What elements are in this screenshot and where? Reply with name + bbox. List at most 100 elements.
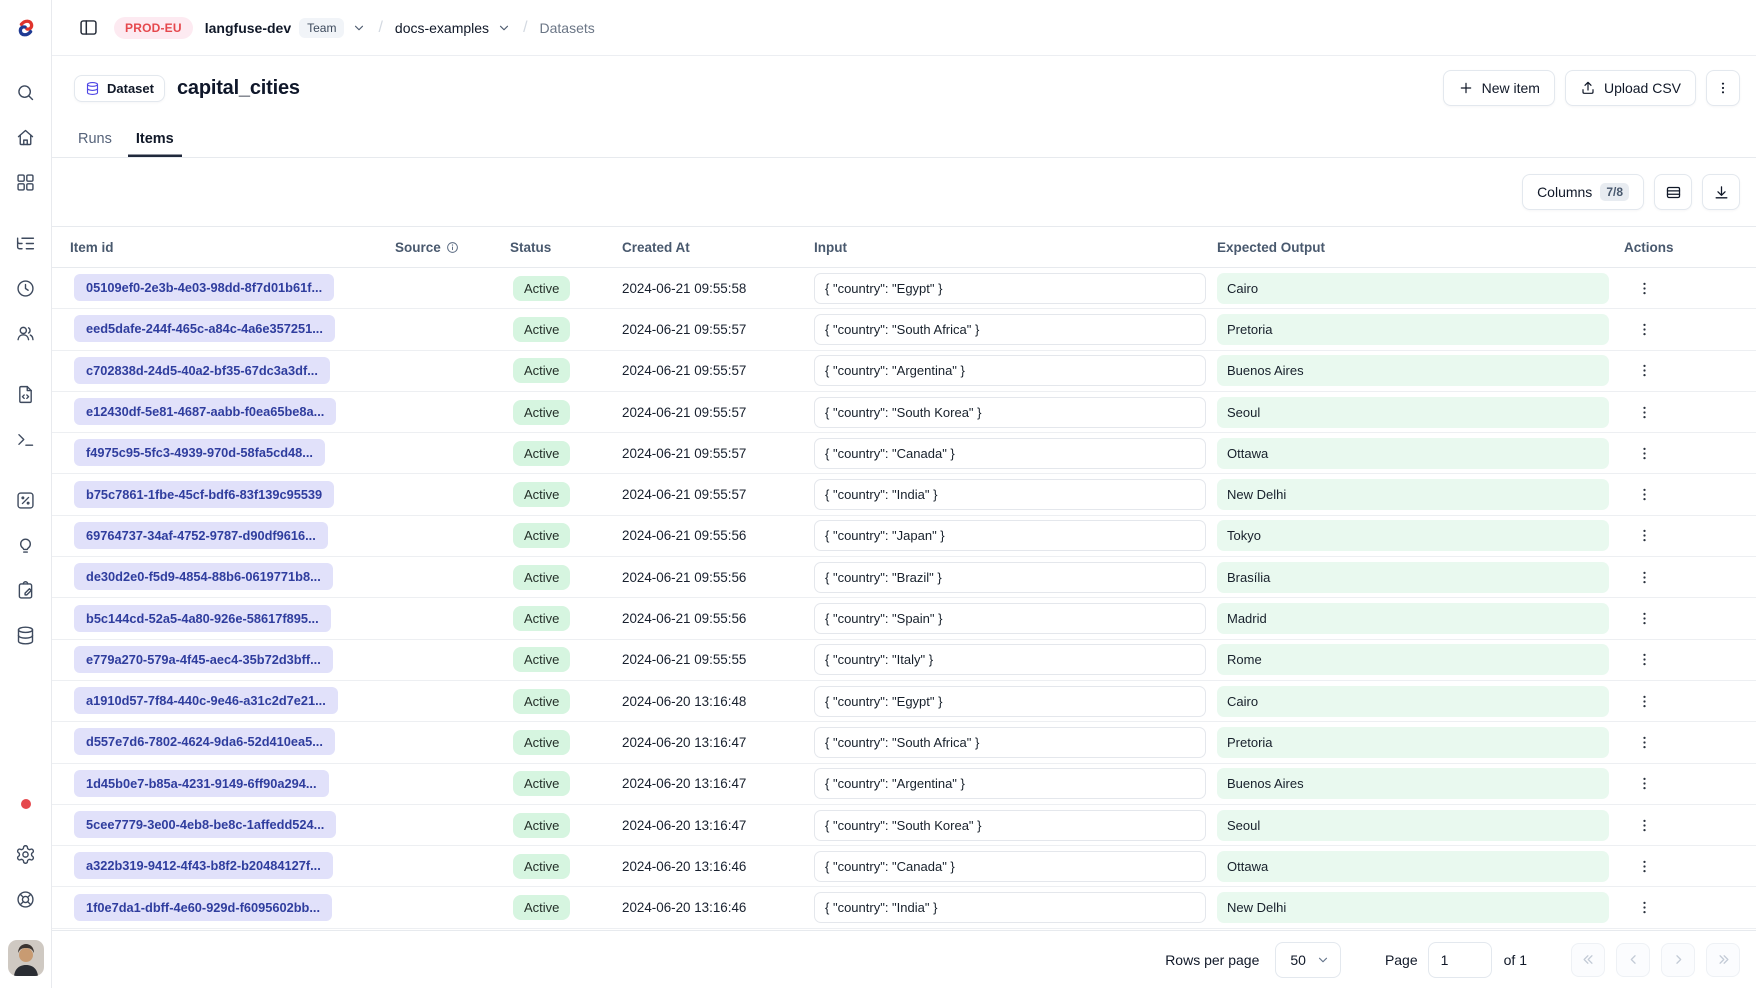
chevron-down-icon[interactable] bbox=[352, 21, 366, 35]
settings-gear-icon[interactable] bbox=[12, 840, 40, 868]
evaluation-icon[interactable] bbox=[12, 486, 40, 514]
row-kebab-menu-button[interactable] bbox=[1630, 439, 1658, 467]
first-page-button[interactable] bbox=[1571, 943, 1605, 977]
new-item-button[interactable]: New item bbox=[1443, 70, 1555, 106]
row-kebab-menu-button[interactable] bbox=[1630, 563, 1658, 591]
prompts-icon[interactable] bbox=[12, 380, 40, 408]
row-kebab-menu-button[interactable] bbox=[1630, 315, 1658, 343]
expected-output-cell[interactable]: Seoul bbox=[1217, 810, 1609, 841]
expected-output-cell[interactable]: Ottawa bbox=[1217, 851, 1609, 882]
input-cell[interactable]: { "country": "Egypt" } bbox=[814, 273, 1206, 304]
upload-csv-button[interactable]: Upload CSV bbox=[1565, 70, 1696, 106]
item-id-pill[interactable]: a322b319-9412-4f43-b8f2-b20484127f... bbox=[74, 852, 333, 879]
expected-output-cell[interactable]: Pretoria bbox=[1217, 727, 1609, 758]
project-name[interactable]: docs-examples bbox=[395, 20, 489, 36]
item-id-pill[interactable]: e12430df-5e81-4687-aabb-f0ea65be8a... bbox=[74, 398, 336, 425]
input-cell[interactable]: { "country": "South Korea" } bbox=[814, 397, 1206, 428]
expected-output-cell[interactable]: Buenos Aires bbox=[1217, 768, 1609, 799]
row-kebab-menu-button[interactable] bbox=[1630, 811, 1658, 839]
expected-output-cell[interactable]: Cairo bbox=[1217, 273, 1609, 304]
row-kebab-menu-button[interactable] bbox=[1630, 894, 1658, 922]
item-id-pill[interactable]: c702838d-24d5-40a2-bf35-67dc3a3df... bbox=[74, 357, 330, 384]
item-id-pill[interactable]: a1910d57-7f84-440c-9e46-a31c2d7e21... bbox=[74, 687, 338, 714]
header-kebab-menu-button[interactable] bbox=[1706, 70, 1740, 106]
expected-output-cell[interactable]: Pretoria bbox=[1217, 314, 1609, 345]
item-id-pill[interactable]: 05109ef0-2e3b-4e03-98dd-8f7d01b61f... bbox=[74, 274, 334, 301]
support-lifebuoy-icon[interactable] bbox=[12, 885, 40, 913]
home-icon[interactable] bbox=[12, 123, 40, 151]
expected-output-cell[interactable]: Ottawa bbox=[1217, 438, 1609, 469]
record-status-dot[interactable] bbox=[12, 790, 40, 818]
item-id-pill[interactable]: b5c144cd-52a5-4a80-926e-58617f895... bbox=[74, 605, 331, 632]
item-id-pill[interactable]: 5cee7779-3e00-4eb8-be8c-1affedd524... bbox=[74, 811, 336, 838]
user-avatar[interactable] bbox=[8, 940, 44, 976]
item-id-pill[interactable]: b75c7861-1fbe-45cf-bdf6-83f139c95539 bbox=[74, 481, 334, 508]
input-cell[interactable]: { "country": "Argentina" } bbox=[814, 768, 1206, 799]
expected-output-cell[interactable]: Buenos Aires bbox=[1217, 355, 1609, 386]
input-cell[interactable]: { "country": "India" } bbox=[814, 892, 1206, 923]
expected-output-cell[interactable]: Cairo bbox=[1217, 686, 1609, 717]
org-switcher[interactable]: langfuse-dev Team bbox=[205, 18, 367, 38]
expected-output-cell[interactable]: New Delhi bbox=[1217, 892, 1609, 923]
item-id-pill[interactable]: de30d2e0-f5d9-4854-88b6-0619771b8... bbox=[74, 563, 333, 590]
expected-output-cell[interactable]: Rome bbox=[1217, 644, 1609, 675]
input-cell[interactable]: { "country": "Argentina" } bbox=[814, 355, 1206, 386]
input-cell[interactable]: { "country": "India" } bbox=[814, 479, 1206, 510]
row-kebab-menu-button[interactable] bbox=[1630, 770, 1658, 798]
row-kebab-menu-button[interactable] bbox=[1630, 687, 1658, 715]
breadcrumb-section[interactable]: Datasets bbox=[540, 20, 595, 36]
last-page-button[interactable] bbox=[1706, 943, 1740, 977]
tab-runs[interactable]: Runs bbox=[70, 120, 120, 157]
expected-output-cell[interactable]: Madrid bbox=[1217, 603, 1609, 634]
row-kebab-menu-button[interactable] bbox=[1630, 274, 1658, 302]
item-id-pill[interactable]: 1d45b0e7-b85a-4231-9149-6ff90a294... bbox=[74, 770, 329, 797]
row-kebab-menu-button[interactable] bbox=[1630, 398, 1658, 426]
insights-lightbulb-icon[interactable] bbox=[12, 531, 40, 559]
item-id-pill[interactable]: f4975c95-5fc3-4939-970d-58fa5cd48... bbox=[74, 439, 325, 466]
row-kebab-menu-button[interactable] bbox=[1630, 646, 1658, 674]
users-icon[interactable] bbox=[12, 319, 40, 347]
sessions-icon[interactable] bbox=[12, 274, 40, 302]
input-cell[interactable]: { "country": "South Africa" } bbox=[814, 727, 1206, 758]
input-cell[interactable]: { "country": "South Korea" } bbox=[814, 810, 1206, 841]
page-number-input[interactable] bbox=[1428, 942, 1492, 978]
item-id-pill[interactable]: 69764737-34af-4752-9787-d90df9616... bbox=[74, 522, 328, 549]
sidebar-toggle-icon[interactable] bbox=[74, 14, 102, 42]
next-page-button[interactable] bbox=[1661, 943, 1695, 977]
item-id-pill[interactable]: eed5dafe-244f-465c-a84c-4a6e357251... bbox=[74, 315, 335, 342]
item-id-pill[interactable]: 1f0e7da1-dbff-4e60-929d-f6095602bb... bbox=[74, 894, 332, 921]
input-cell[interactable]: { "country": "Spain" } bbox=[814, 603, 1206, 634]
row-kebab-menu-button[interactable] bbox=[1630, 852, 1658, 880]
previous-page-button[interactable] bbox=[1616, 943, 1650, 977]
annotation-icon[interactable] bbox=[12, 576, 40, 604]
input-cell[interactable]: { "country": "Canada" } bbox=[814, 851, 1206, 882]
input-cell[interactable]: { "country": "Japan" } bbox=[814, 520, 1206, 551]
row-kebab-menu-button[interactable] bbox=[1630, 728, 1658, 756]
datasets-icon[interactable] bbox=[12, 621, 40, 649]
row-kebab-menu-button[interactable] bbox=[1630, 522, 1658, 550]
columns-button[interactable]: Columns 7/8 bbox=[1522, 174, 1644, 210]
langfuse-logo[interactable] bbox=[0, 0, 51, 56]
rows-per-page-select[interactable]: 50 bbox=[1275, 942, 1341, 978]
input-cell[interactable]: { "country": "Egypt" } bbox=[814, 686, 1206, 717]
expected-output-cell[interactable]: Tokyo bbox=[1217, 520, 1609, 551]
project-switcher[interactable]: docs-examples bbox=[395, 20, 511, 36]
expected-output-cell[interactable]: New Delhi bbox=[1217, 479, 1609, 510]
input-cell[interactable]: { "country": "South Africa" } bbox=[814, 314, 1206, 345]
item-id-pill[interactable]: e779a270-579a-4f45-aec4-35b72d3bff... bbox=[74, 646, 333, 673]
org-name[interactable]: langfuse-dev bbox=[205, 20, 291, 36]
expected-output-cell[interactable]: Brasília bbox=[1217, 562, 1609, 593]
tracing-icon[interactable] bbox=[12, 229, 40, 257]
info-icon[interactable] bbox=[446, 241, 459, 254]
search-icon[interactable] bbox=[12, 78, 40, 106]
item-id-pill[interactable]: d557e7d6-7802-4624-9da6-52d410ea5... bbox=[74, 728, 335, 755]
chevron-down-icon[interactable] bbox=[497, 21, 511, 35]
input-cell[interactable]: { "country": "Italy" } bbox=[814, 644, 1206, 675]
row-kebab-menu-button[interactable] bbox=[1630, 357, 1658, 385]
input-cell[interactable]: { "country": "Brazil" } bbox=[814, 562, 1206, 593]
tab-items[interactable]: Items bbox=[128, 120, 182, 157]
playground-icon[interactable] bbox=[12, 425, 40, 453]
export-download-button[interactable] bbox=[1702, 174, 1740, 210]
expected-output-cell[interactable]: Seoul bbox=[1217, 397, 1609, 428]
input-cell[interactable]: { "country": "Canada" } bbox=[814, 438, 1206, 469]
